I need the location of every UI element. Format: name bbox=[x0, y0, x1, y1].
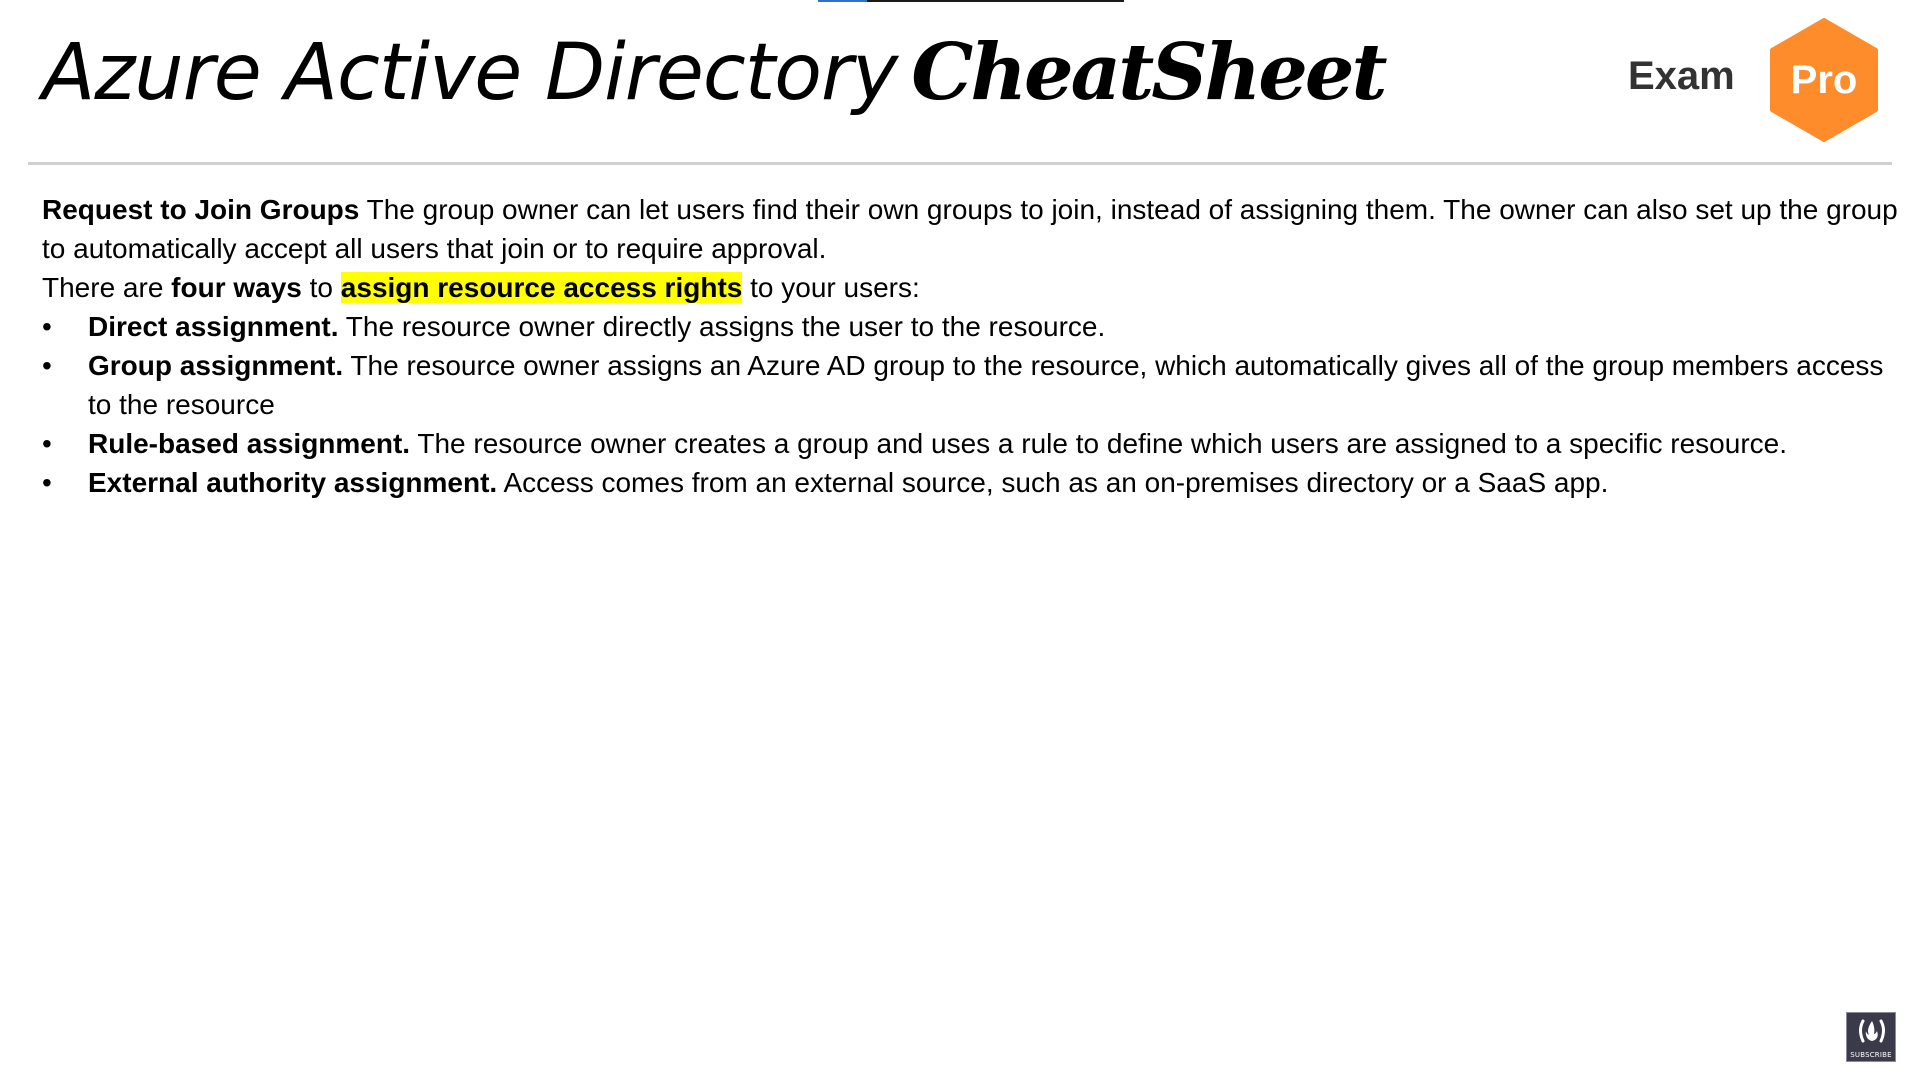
logo-badge: Pro bbox=[1790, 58, 1858, 102]
title-bold: CheatSheet bbox=[911, 27, 1387, 118]
ways-bold: four ways bbox=[171, 272, 302, 303]
bullet-icon: • bbox=[42, 467, 52, 498]
subscribe-label: SUBSCRIBE bbox=[1850, 1051, 1892, 1059]
ways-suffix: to your users: bbox=[742, 272, 920, 303]
video-progress-bar[interactable] bbox=[818, 0, 1124, 2]
title-plain: Azure Active Directory bbox=[42, 28, 898, 118]
list-item-term: External authority assignment. bbox=[88, 467, 498, 498]
list-item-text: The resource owner assigns an Azure AD g… bbox=[88, 350, 1884, 420]
ways-middle: to bbox=[301, 272, 341, 303]
list-item-text: Access comes from an external source, su… bbox=[497, 467, 1609, 498]
list-item-term: Rule-based assignment. bbox=[88, 428, 411, 459]
bullet-icon: • bbox=[42, 350, 52, 381]
subscribe-button[interactable]: SUBSCRIBE bbox=[1846, 1012, 1896, 1062]
bullet-icon: • bbox=[42, 311, 52, 342]
list-item: • Group assignment. The resource owner a… bbox=[42, 346, 1902, 424]
list-item: • Direct assignment. The resource owner … bbox=[42, 307, 1902, 346]
highlighted-phrase: assign resource access rights bbox=[340, 272, 743, 303]
assignment-list: • Direct assignment. The resource owner … bbox=[42, 307, 1902, 502]
freecodecamp-flame-icon bbox=[1859, 1019, 1885, 1043]
logo-word: Exam bbox=[1628, 54, 1735, 98]
join-groups-heading: Request to Join Groups bbox=[42, 194, 360, 225]
bullet-icon: • bbox=[42, 428, 52, 459]
list-item-text: The resource owner directly assigns the … bbox=[338, 311, 1106, 342]
list-item-term: Direct assignment. bbox=[88, 311, 339, 342]
ways-paragraph: There are four ways to assign resource a… bbox=[42, 268, 1902, 307]
list-item-text: The resource owner creates a group and u… bbox=[410, 428, 1788, 459]
join-groups-paragraph: Request to Join Groups The group owner c… bbox=[42, 190, 1902, 268]
cheatsheet-content: Request to Join Groups The group owner c… bbox=[42, 190, 1902, 502]
header-divider bbox=[28, 162, 1892, 165]
list-item: • External authority assignment. Access … bbox=[42, 463, 1902, 502]
exampro-logo: Exam Pro bbox=[1628, 18, 1878, 142]
page-title: Azure Active Directory CheatSheet bbox=[42, 22, 1388, 123]
video-progress-fill bbox=[818, 0, 867, 2]
list-item: • Rule-based assignment. The resource ow… bbox=[42, 424, 1902, 463]
ways-prefix: There are bbox=[42, 272, 172, 303]
list-item-term: Group assignment. bbox=[88, 350, 344, 381]
